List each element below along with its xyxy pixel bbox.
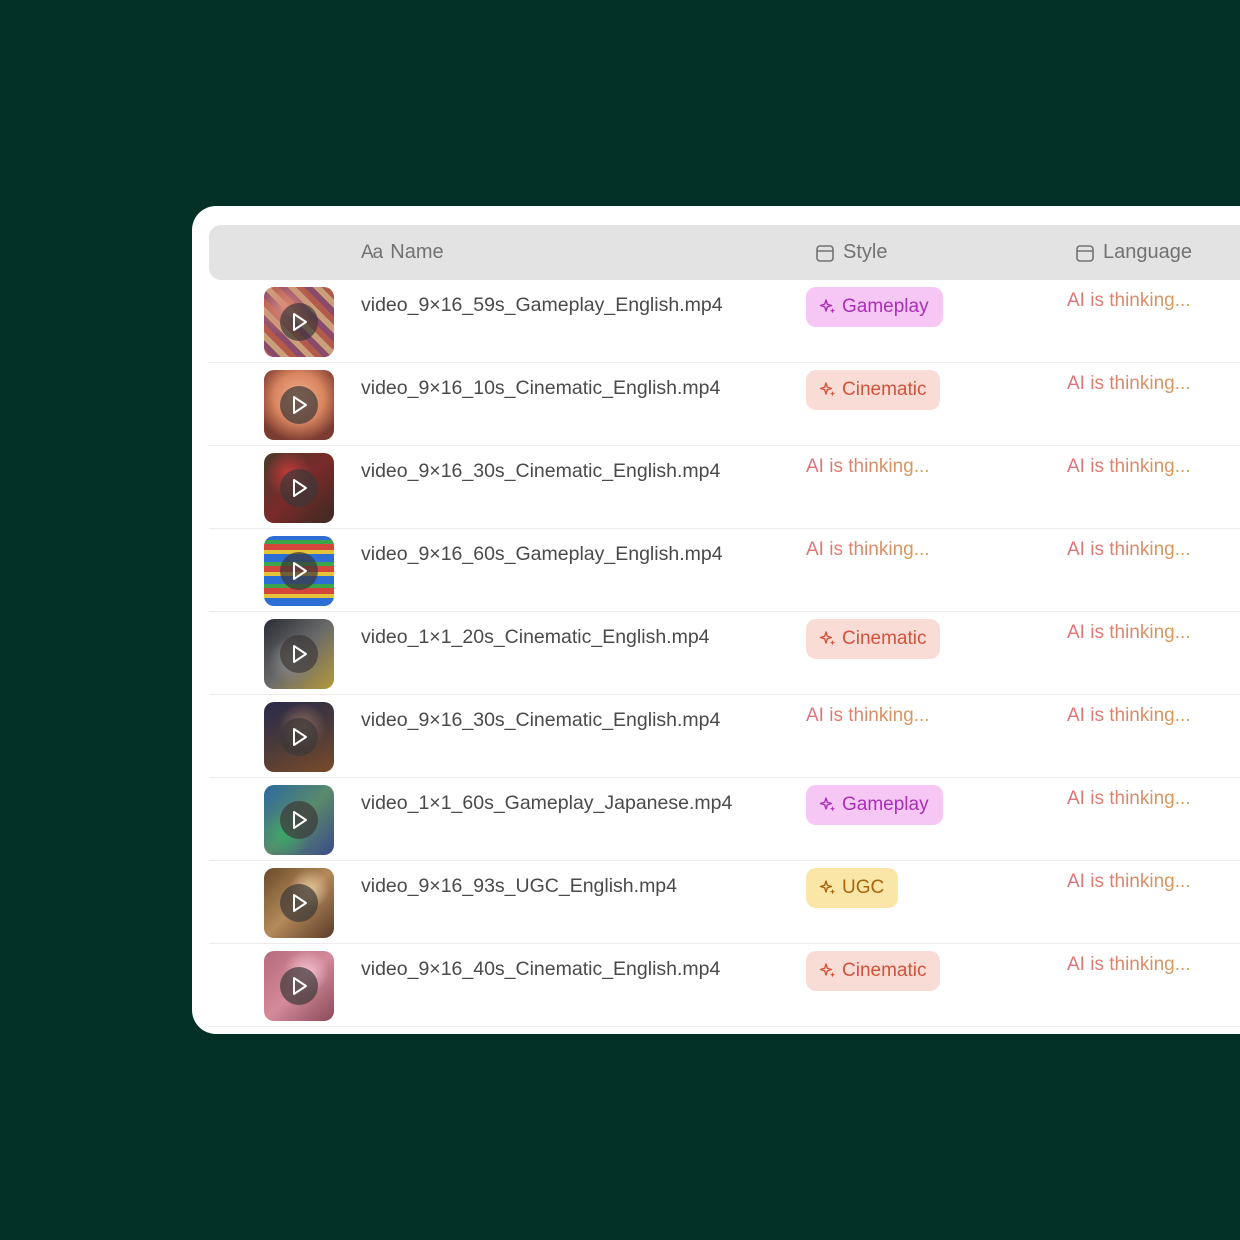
file-name[interactable]: video_9×16_59s_Gameplay_English.mp4	[361, 294, 723, 317]
file-name[interactable]: video_9×16_40s_Cinematic_English.mp4	[361, 958, 720, 981]
style-ai-thinking: AI is thinking...	[806, 456, 930, 477]
style-tag-label: Cinematic	[842, 379, 927, 400]
play-icon	[293, 894, 307, 912]
style-tag[interactable]: Cinematic	[806, 951, 941, 991]
file-name[interactable]: video_1×1_20s_Cinematic_English.mp4	[361, 626, 710, 649]
language-ai-thinking: AI is thinking...	[1067, 954, 1191, 975]
column-header-name-label: Name	[390, 241, 444, 263]
text-type-icon: Aa	[361, 241, 383, 263]
style-tag-label: Cinematic	[842, 628, 927, 649]
play-button[interactable]	[280, 884, 318, 922]
style-ai-thinking: AI is thinking...	[806, 539, 930, 560]
style-tag-label: Gameplay	[842, 296, 929, 317]
play-icon	[293, 313, 307, 331]
video-thumbnail[interactable]	[264, 453, 334, 523]
column-header-language[interactable]: Language	[1075, 225, 1192, 280]
language-ai-thinking: AI is thinking...	[1067, 705, 1191, 726]
sparkle-icon	[819, 631, 836, 646]
play-icon	[293, 479, 307, 497]
style-tag[interactable]: UGC	[806, 868, 899, 908]
table-row[interactable]: video_9×16_30s_Cinematic_English.mp4 AI i…	[209, 695, 1240, 778]
file-name[interactable]: video_9×16_30s_Cinematic_English.mp4	[361, 709, 720, 732]
play-button[interactable]	[280, 801, 318, 839]
column-header-name[interactable]: Aa Name	[361, 225, 444, 280]
video-thumbnail[interactable]	[264, 370, 334, 440]
style-tag-label: Cinematic	[842, 960, 927, 981]
video-thumbnail[interactable]	[264, 951, 334, 1021]
play-button[interactable]	[280, 967, 318, 1005]
column-header-language-label: Language	[1103, 241, 1192, 263]
play-button[interactable]	[280, 552, 318, 590]
play-button[interactable]	[280, 718, 318, 756]
style-tag-label: Gameplay	[842, 794, 929, 815]
table-row[interactable]: video_9×16_60s_Gameplay_English.mp4 AI is…	[209, 529, 1240, 612]
table-row[interactable]: video_9×16_10s_Cinematic_English.mp4 Cine…	[209, 363, 1240, 446]
table-body: video_9×16_59s_Gameplay_English.mp4 Gamep…	[209, 280, 1240, 1027]
language-ai-thinking: AI is thinking...	[1067, 871, 1191, 892]
play-button[interactable]	[280, 386, 318, 424]
video-thumbnail[interactable]	[264, 619, 334, 689]
language-ai-thinking: AI is thinking...	[1067, 622, 1191, 643]
column-header-style-label: Style	[843, 241, 888, 263]
language-ai-thinking: AI is thinking...	[1067, 539, 1191, 560]
language-ai-thinking: AI is thinking...	[1067, 456, 1191, 477]
table-row[interactable]: video_9×16_93s_UGC_English.mp4 UGC AI is t…	[209, 861, 1240, 944]
style-ai-thinking: AI is thinking...	[806, 705, 930, 726]
language-ai-thinking: AI is thinking...	[1067, 373, 1191, 394]
table-header: Aa Name Style Language	[209, 225, 1240, 280]
play-icon	[293, 396, 307, 414]
play-icon	[293, 811, 307, 829]
play-button[interactable]	[280, 635, 318, 673]
sparkle-icon	[819, 382, 836, 397]
file-name[interactable]: video_9×16_93s_UGC_English.mp4	[361, 875, 677, 898]
file-name[interactable]: video_1×1_60s_Gameplay_Japanese.mp4	[361, 792, 732, 815]
video-thumbnail[interactable]	[264, 287, 334, 357]
play-icon	[293, 562, 307, 580]
style-tag-label: UGC	[842, 877, 885, 898]
file-name[interactable]: video_9×16_10s_Cinematic_English.mp4	[361, 377, 720, 400]
style-tag[interactable]: Gameplay	[806, 785, 943, 825]
table-row[interactable]: video_9×16_59s_Gameplay_English.mp4 Gamep…	[209, 280, 1240, 363]
column-header-style[interactable]: Style	[815, 225, 887, 280]
play-icon	[293, 728, 307, 746]
table-row[interactable]: video_9×16_30s_Cinematic_English.mp4 AI i…	[209, 446, 1240, 529]
play-button[interactable]	[280, 303, 318, 341]
file-name[interactable]: video_9×16_30s_Cinematic_English.mp4	[361, 460, 720, 483]
video-thumbnail[interactable]	[264, 702, 334, 772]
video-thumbnail[interactable]	[264, 868, 334, 938]
language-ai-thinking: AI is thinking...	[1067, 290, 1191, 311]
style-tag[interactable]: Cinematic	[806, 370, 941, 410]
table-row[interactable]: video_9×16_40s_Cinematic_English.mp4 Cine…	[209, 944, 1240, 1027]
play-button[interactable]	[280, 469, 318, 507]
play-icon	[293, 977, 307, 995]
language-ai-thinking: AI is thinking...	[1067, 788, 1191, 809]
play-icon	[293, 645, 307, 663]
sparkle-icon	[819, 963, 836, 978]
file-name[interactable]: video_9×16_60s_Gameplay_English.mp4	[361, 543, 723, 566]
sparkle-icon	[819, 299, 836, 314]
select-property-icon	[1076, 244, 1094, 262]
file-table-panel: Aa Name Style Language video_9×16_59s_Ga…	[192, 206, 1240, 1034]
style-tag[interactable]: Cinematic	[806, 619, 941, 659]
video-thumbnail[interactable]	[264, 536, 334, 606]
select-property-icon	[816, 244, 834, 262]
table-row[interactable]: video_1×1_60s_Gameplay_Japanese.mp4 Gamep…	[209, 778, 1240, 861]
table-row[interactable]: video_1×1_20s_Cinematic_English.mp4 Cinem…	[209, 612, 1240, 695]
style-tag[interactable]: Gameplay	[806, 287, 943, 327]
sparkle-icon	[819, 880, 836, 895]
video-thumbnail[interactable]	[264, 785, 334, 855]
sparkle-icon	[819, 797, 836, 812]
